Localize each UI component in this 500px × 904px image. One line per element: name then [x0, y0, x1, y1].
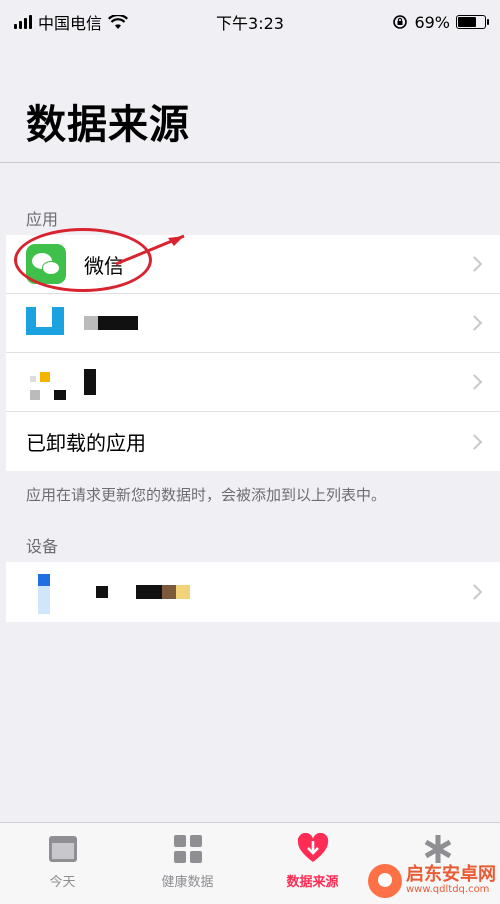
- devices-list: [6, 562, 500, 622]
- device-row[interactable]: [6, 562, 500, 622]
- redacted-app-name: [84, 316, 138, 330]
- watermark-text: 启东安卓网: [406, 864, 496, 886]
- redacted-app-name: [84, 369, 96, 395]
- asterisk-icon: [424, 835, 451, 863]
- tab-label: 数据来源: [286, 875, 339, 890]
- apps-section-header: 应用: [26, 210, 59, 229]
- app-row-redacted-1[interactable]: [6, 294, 500, 353]
- device-icon: [26, 572, 56, 614]
- heart-download-icon: [297, 833, 328, 862]
- battery-icon: [456, 15, 489, 29]
- uninstalled-apps-row[interactable]: 已卸载的应用: [6, 412, 500, 471]
- uninstalled-apps-label: 已卸载的应用: [26, 431, 146, 455]
- wifi-icon: [108, 14, 128, 29]
- battery-percent: 69%: [414, 12, 450, 32]
- grid-icon: [173, 835, 202, 863]
- watermark-url: www.qdltdq.com: [406, 884, 490, 896]
- watermark-logo-icon: [368, 864, 402, 898]
- tab-today[interactable]: 今天: [0, 823, 125, 904]
- tab-sources[interactable]: 数据来源: [250, 823, 375, 904]
- orientation-lock-icon: [393, 15, 408, 29]
- app-icon-pixel: [26, 362, 66, 402]
- tab-label: 健康数据: [161, 875, 214, 890]
- calendar-icon: [48, 836, 77, 862]
- app-icon-u: [26, 303, 66, 343]
- tab-label: 今天: [49, 875, 76, 890]
- page-title: 数据来源: [26, 102, 190, 148]
- redacted-device-name: [96, 586, 108, 598]
- cellular-signal-icon: [14, 15, 32, 29]
- chevron-right-icon: [466, 374, 483, 390]
- redacted-device-model: [136, 585, 190, 599]
- carrier-name: 中国电信: [38, 14, 103, 33]
- apps-footer-note: 应用在请求更新您的数据时，会被添加到以上列表中。: [26, 486, 387, 504]
- chevron-right-icon: [466, 315, 483, 331]
- devices-section-header: 设备: [26, 537, 59, 556]
- tab-health-data[interactable]: 健康数据: [125, 823, 250, 904]
- app-row-redacted-2[interactable]: [6, 353, 500, 412]
- title-divider: [0, 162, 500, 163]
- status-bar: 中国电信 下午3:23 69%: [0, 0, 500, 44]
- watermark: 启东安卓网 www.qdltdq.com: [368, 864, 496, 898]
- chevron-right-icon: [466, 584, 483, 600]
- status-time: 下午3:23: [216, 14, 284, 33]
- annotation-arrow-icon: [115, 234, 185, 266]
